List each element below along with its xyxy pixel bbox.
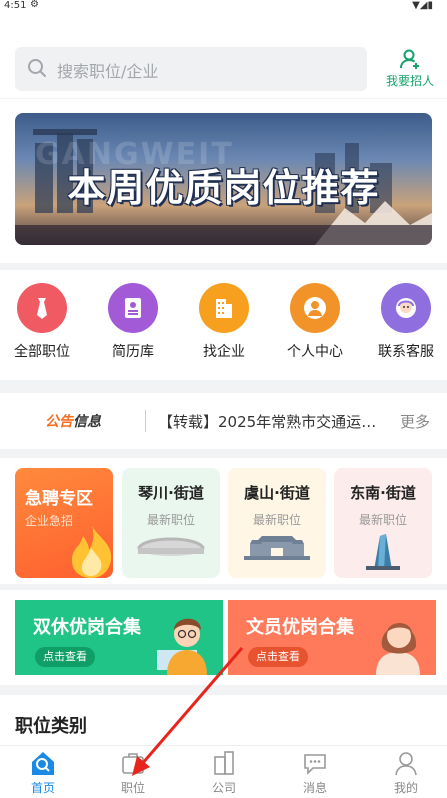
notice-divider [145, 410, 146, 432]
building-icon [199, 283, 249, 333]
promo-clerk-jobs[interactable]: 文员优岗合集 点击查看 [228, 600, 436, 675]
zone-card-dongnan[interactable]: 东南·街道 最新职位 [334, 468, 432, 578]
notice-bar: 公告信息 【转载】2025年常熟市交通运输局公开招聘编外人员公告 更多 [0, 393, 447, 449]
status-time: 4:51 [4, 0, 27, 11]
zone-title: 琴川·街道 [138, 484, 204, 502]
quick-item-resume-library[interactable]: 简历库 [98, 283, 168, 361]
quick-item-label: 简历库 [112, 344, 154, 360]
top-bar: 搜索职位/企业 我要招人 [0, 14, 447, 98]
zone-subtitle: 最新职位 [358, 513, 407, 527]
signal-battery-icon: ▼◢▮ [412, 0, 433, 11]
tab-label: 公司 [211, 781, 236, 795]
tower-icon [366, 534, 400, 570]
status-bar: 4:51 ⚙ ▼◢▮ [0, 0, 447, 14]
tab-messages[interactable]: 消息 [285, 749, 345, 796]
tab-companies[interactable]: 公司 [194, 749, 254, 796]
service-icon [381, 283, 431, 333]
quick-item-all-jobs[interactable]: 全部职位 [7, 283, 77, 361]
notice-tag-part2: 信息 [73, 414, 101, 430]
settings-status-icon: ⚙ [30, 0, 39, 10]
message-icon [304, 754, 326, 775]
user-icon [290, 283, 340, 333]
home-icon [32, 752, 54, 775]
tab-jobs[interactable]: 职位 [103, 749, 163, 796]
promo-section: 双休优岗合集 点击查看 文员优岗合集 点击查看 [0, 590, 447, 685]
bottom-tab-bar: 首页 职位 公司 消息 我的 [0, 745, 447, 798]
urgent-subtitle: 企业急招 [25, 514, 74, 528]
tie-icon [17, 283, 67, 333]
zone-subtitle: 最新职位 [146, 513, 195, 527]
notice-text[interactable]: 【转载】2025年常熟市交通运输局公开招聘编外人员公告 [158, 411, 378, 432]
man-illustration [157, 618, 207, 675]
add-user-icon [400, 49, 419, 69]
quick-item-label: 个人中心 [287, 344, 343, 360]
zone-card-qinchuan[interactable]: 琴川·街道 最新职位 [122, 468, 220, 578]
profile-icon [395, 752, 417, 776]
promo-view-button[interactable]: 点击查看 [35, 647, 95, 667]
tab-label: 消息 [302, 781, 327, 795]
notice-more-link[interactable]: 更多 [400, 411, 430, 432]
search-icon [28, 59, 46, 77]
search-input[interactable]: 搜索职位/企业 [15, 47, 367, 91]
zone-subtitle: 最新职位 [252, 513, 301, 527]
recruit-label: 我要招人 [385, 74, 434, 88]
recruit-button[interactable]: 我要招人 [380, 46, 440, 96]
zone-title: 虞山·街道 [244, 484, 310, 502]
quick-item-label: 找企业 [203, 344, 245, 360]
tab-label: 我的 [393, 781, 418, 795]
zone-card-yushan[interactable]: 虞山·街道 最新职位 [228, 468, 326, 578]
urgent-title: 急聘专区 [25, 489, 93, 509]
zone-title: 东南·街道 [350, 484, 416, 502]
pavilion-icon [244, 536, 310, 560]
search-placeholder: 搜索职位/企业 [57, 62, 159, 81]
quick-item-label: 联系客服 [378, 344, 434, 360]
promo-view-button[interactable]: 点击查看 [248, 647, 308, 667]
flame-icon [71, 526, 112, 578]
stadium-icon [137, 537, 205, 556]
notice-tag: 公告信息 [45, 411, 101, 431]
tab-mine[interactable]: 我的 [376, 749, 436, 796]
quick-item-personal-center[interactable]: 个人中心 [280, 283, 350, 361]
resume-icon [108, 283, 158, 333]
zone-section: 急聘专区 企业急招 琴川·街道 最新职位 虞山·街道 最新职位 东南·街道 最新… [0, 458, 447, 584]
urgent-zone-card[interactable]: 急聘专区 企业急招 [15, 468, 113, 578]
job-category-heading: 职位类别 [15, 716, 87, 737]
quick-item-customer-service[interactable]: 联系客服 [371, 283, 441, 361]
tab-label: 职位 [120, 781, 145, 795]
quick-item-label: 全部职位 [14, 344, 70, 360]
quick-menu: 全部职位 简历库 找企业 个人中心 联系客服 [0, 270, 447, 380]
job-category-section: 职位类别 [0, 695, 447, 745]
quick-item-find-company[interactable]: 找企业 [189, 283, 259, 361]
promo-weekend-jobs[interactable]: 双休优岗合集 点击查看 [15, 600, 223, 675]
promo-title: 双休优岗合集 [33, 617, 141, 638]
banner-carousel[interactable]: GANGWEIT 本周优质岗位推荐 [15, 113, 432, 245]
company-icon [214, 751, 234, 775]
tab-label: 首页 [30, 781, 55, 795]
banner-section: GANGWEIT 本周优质岗位推荐 [0, 99, 447, 263]
woman-illustration [376, 623, 420, 675]
notice-tag-part1: 公告 [45, 414, 73, 430]
banner-title: 本周优质岗位推荐 [67, 166, 380, 210]
briefcase-icon [122, 753, 144, 774]
promo-title: 文员优岗合集 [246, 617, 354, 638]
tab-home[interactable]: 首页 [13, 749, 73, 796]
